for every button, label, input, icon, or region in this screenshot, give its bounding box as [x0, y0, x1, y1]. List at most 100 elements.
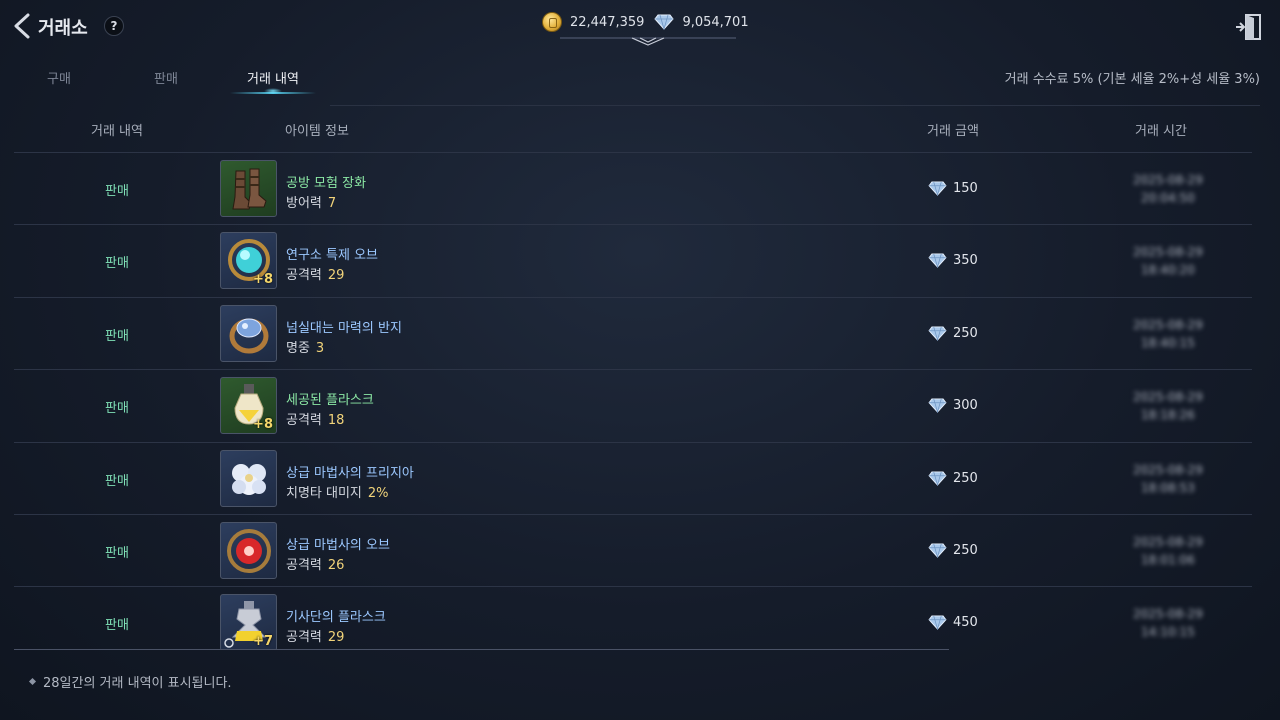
exit-door-icon[interactable]: [1234, 13, 1264, 41]
trade-price: 300: [928, 398, 978, 414]
red-orb-icon[interactable]: [220, 521, 277, 579]
stat-label: 명중: [286, 340, 310, 356]
trade-type: 판매: [105, 473, 129, 489]
item-name: 상급 마법사의 프리지아: [286, 465, 414, 481]
price-value: 250: [953, 542, 978, 558]
column-header-time: 거래 시간: [1135, 124, 1187, 139]
table-row[interactable]: 판매 상급 마법사의 오브 공격력 26 250 2025-08-29 18:01…: [14, 513, 1252, 586]
stat-value: 2%: [367, 485, 389, 501]
stat-label: 공격력: [286, 268, 322, 284]
table-row[interactable]: 판매 공방 모험 장화 방어력 7 150 2025-08-29 20:04:50: [14, 152, 1252, 224]
trade-type: 판매: [105, 256, 129, 272]
trade-time: 2025-08-29 18:40:15: [1133, 317, 1203, 350]
item-stat: 공격력 29: [286, 264, 344, 283]
table-row[interactable]: 판매 넘실대는 마력의 반지 명중 3 250 2025-08-29 18:40:…: [14, 296, 1252, 369]
table-row[interactable]: 판매 +7 기사단의 플라스크 공격력 29 450 2025-08-29 14:…: [14, 586, 1252, 650]
table-row[interactable]: 판매 상급 마법사의 프리지아 치명타 대미지 2% 250 2025-08-29…: [14, 441, 1252, 514]
active-tab-glow: [264, 88, 282, 94]
tab-sell[interactable]: 판매: [154, 68, 178, 87]
table-header: 거래 내역 아이템 정보 거래 금액 거래 시간: [14, 112, 1252, 150]
trade-price: 450: [928, 615, 978, 631]
trade-history-list[interactable]: 판매 공방 모험 장화 방어력 7 150 2025-08-29 20:04:50…: [14, 152, 1252, 650]
fee-info: 거래 수수료 5% (기본 세율 2%+성 세율 3%): [1004, 72, 1260, 87]
column-header-item: 아이템 정보: [285, 124, 349, 139]
page-title: 거래소: [38, 18, 88, 39]
stat-value: 29: [327, 268, 345, 284]
item-stat: 공격력 18: [286, 409, 344, 428]
top-bar: 거래소 ? 22,447,359 9,054,701: [0, 0, 1280, 52]
price-value: 150: [953, 181, 978, 196]
footer-note-text: 28일간의 거래 내역이 표시됩니다.: [43, 676, 232, 691]
stat-label: 공격력: [286, 630, 322, 646]
trade-price: 250: [928, 471, 978, 486]
header-divider: [330, 105, 1260, 106]
boots-icon[interactable]: [220, 160, 277, 217]
trade-price: 150: [928, 181, 978, 196]
item-stat: 방어력 7: [286, 192, 336, 211]
stat-label: 치명타 대미지: [286, 485, 362, 501]
stat-value: 7: [327, 196, 337, 211]
item-name: 기사단의 플라스크: [286, 610, 386, 626]
gold-coin-icon: [542, 12, 562, 32]
trade-type: 판매: [105, 545, 129, 561]
diamond-amount: 9,054,701: [682, 14, 749, 30]
item-name: 연구소 특제 오브: [286, 248, 378, 264]
enhance-level: +8: [253, 272, 273, 288]
flask-icon[interactable]: +8: [220, 377, 277, 435]
enhance-level: +8: [253, 417, 273, 433]
flower-icon[interactable]: [220, 449, 277, 507]
gold-flask-icon[interactable]: +7: [220, 594, 277, 650]
diamond-icon: [928, 543, 947, 558]
diamond-icon: [928, 253, 947, 269]
price-value: 350: [953, 253, 978, 269]
trade-type: 판매: [105, 401, 129, 417]
table-row[interactable]: 판매 +8 연구소 특제 오브 공격력 29 350 2025-08-29 18:…: [14, 224, 1252, 296]
orb-icon[interactable]: +8: [220, 232, 277, 290]
stat-label: 공격력: [286, 413, 322, 429]
currency-display: 22,447,359 9,054,701: [542, 12, 749, 32]
item-name: 세공된 플라스크: [286, 393, 374, 409]
trade-time: 2025-08-29 20:04:50: [1133, 173, 1203, 205]
price-value: 250: [953, 325, 978, 341]
tab-buy[interactable]: 구매: [47, 68, 71, 87]
trade-time: 2025-08-29 18:40:20: [1133, 245, 1203, 278]
stat-value: 3: [315, 340, 325, 356]
diamond-icon: [928, 181, 947, 196]
item-stat: 치명타 대미지 2%: [286, 482, 389, 501]
stat-label: 방어력: [286, 196, 322, 211]
column-header-type: 거래 내역: [91, 124, 143, 139]
enhance-level: +7: [253, 634, 273, 650]
column-header-price: 거래 금액: [927, 124, 979, 139]
trade-type: 판매: [105, 184, 129, 199]
back-arrow-icon[interactable]: [10, 12, 34, 40]
table-row[interactable]: 판매 +8 세공된 플라스크 공격력 18 300 2025-08-29 18:1…: [14, 369, 1252, 441]
item-stat: 명중 3: [286, 337, 324, 356]
price-value: 450: [953, 615, 978, 631]
trade-time: 2025-08-29 14:10:15: [1133, 607, 1203, 640]
diamond-icon: [654, 14, 675, 30]
trade-time: 2025-08-29 18:01:06: [1133, 534, 1203, 567]
trade-time: 2025-08-29 18:18:26: [1133, 390, 1203, 423]
footer-note: 28일간의 거래 내역이 표시됩니다.: [28, 672, 232, 691]
divider-ornament: [560, 37, 736, 46]
list-scroll-indicator: [14, 649, 949, 650]
trade-price: 350: [928, 253, 978, 269]
stat-value: 18: [327, 413, 345, 429]
item-name: 넘실대는 마력의 반지: [286, 320, 402, 336]
stat-value: 26: [327, 557, 345, 573]
trade-time: 2025-08-29 18:08:53: [1133, 462, 1203, 495]
diamond-icon: [928, 326, 947, 341]
item-stat: 공격력 26: [286, 554, 344, 573]
bullet-icon: [28, 677, 37, 686]
diamond-icon: [928, 471, 947, 486]
trade-price: 250: [928, 326, 978, 341]
item-name: 공방 모험 장화: [286, 176, 367, 191]
ring-icon[interactable]: [220, 304, 277, 362]
price-value: 250: [953, 470, 978, 486]
trade-price: 250: [928, 543, 978, 558]
diamond-icon: [928, 398, 947, 414]
tab-trade-history[interactable]: 거래 내역: [247, 68, 299, 87]
item-name: 상급 마법사의 오브: [286, 537, 390, 553]
help-button[interactable]: ?: [104, 16, 124, 36]
trade-type: 판매: [105, 618, 129, 634]
